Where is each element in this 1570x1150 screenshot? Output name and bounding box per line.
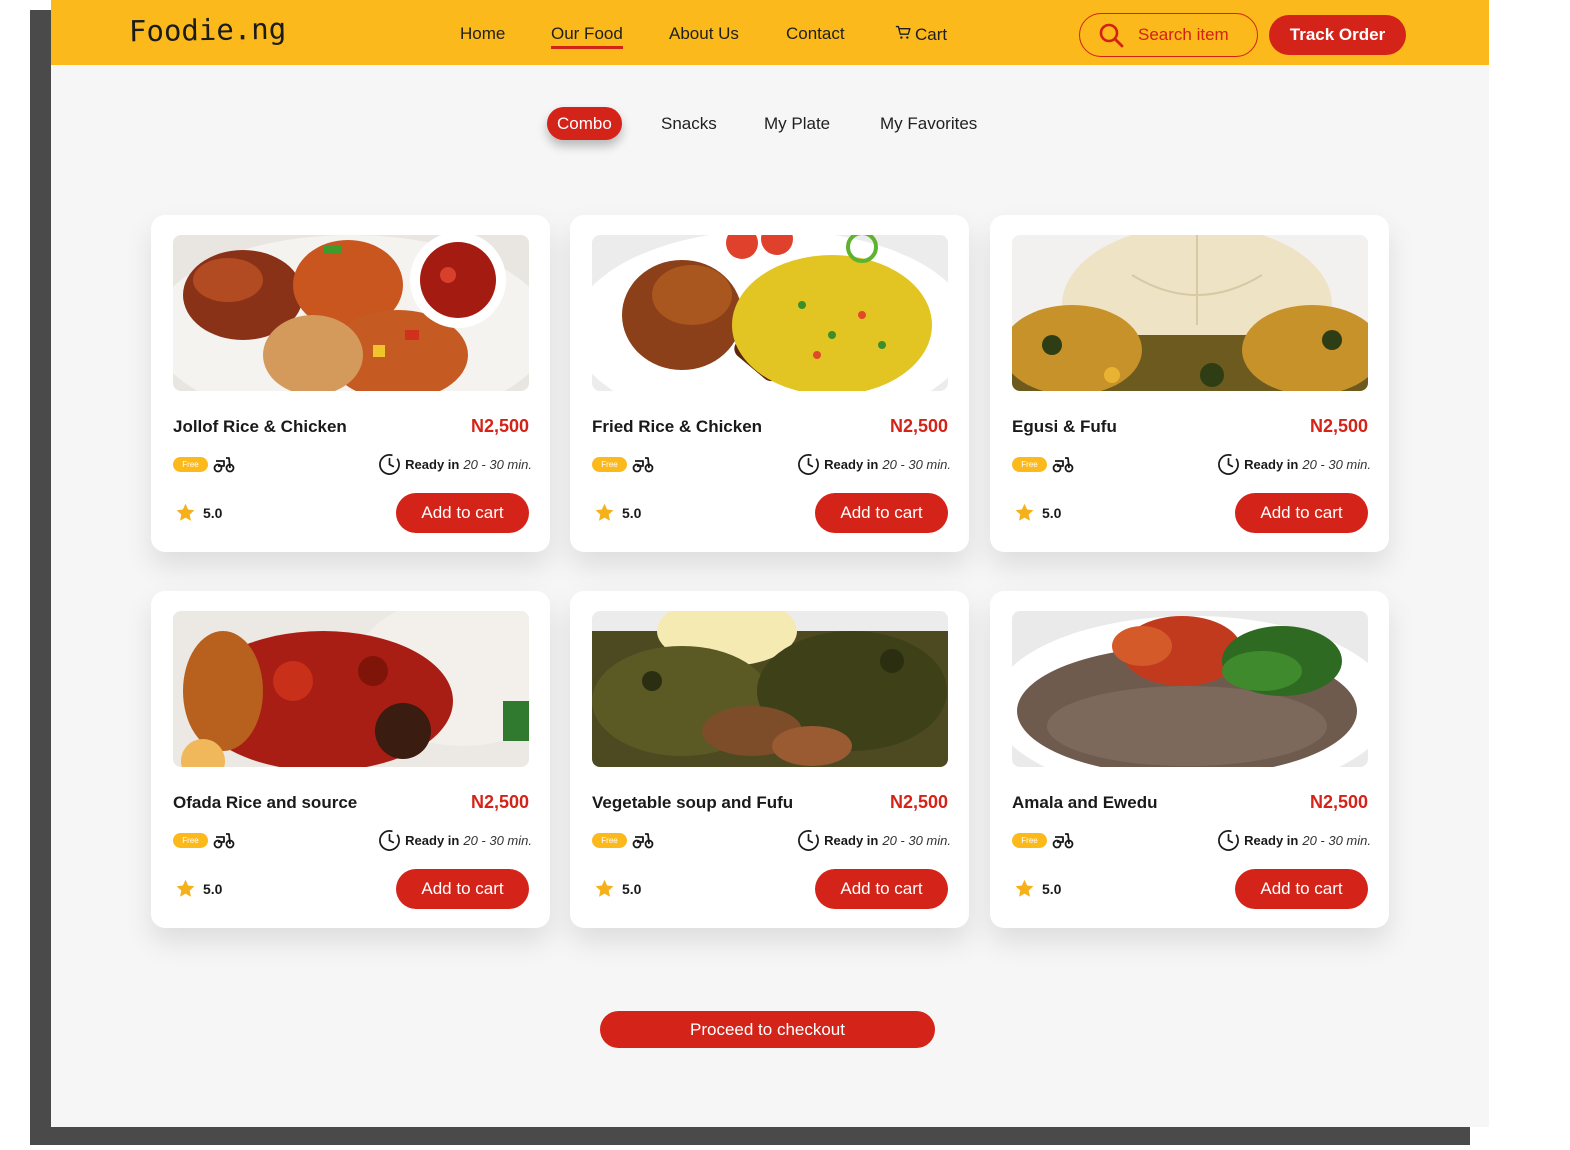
product-rating: 5.0 bbox=[1042, 881, 1062, 897]
nav-item-home[interactable]: Home bbox=[460, 24, 505, 44]
search-icon bbox=[1098, 22, 1124, 48]
product-price: N2,500 bbox=[470, 416, 529, 436]
tab-combo[interactable]: Combo bbox=[547, 107, 622, 140]
product-rating: 5.0 bbox=[203, 505, 223, 521]
product-name: Vegetable soup and Fufu bbox=[592, 793, 794, 812]
cart-icon bbox=[895, 24, 912, 46]
cart-label: Cart bbox=[915, 25, 948, 44]
clock-icon bbox=[1217, 453, 1240, 476]
add-to-cart-button[interactable]: Add to cart bbox=[1235, 493, 1368, 533]
add-to-cart-button[interactable]: Add to cart bbox=[396, 493, 529, 533]
product-price: N2,500 bbox=[470, 792, 529, 812]
nav-item-about-us[interactable]: About Us bbox=[669, 24, 739, 44]
tab-my-plate[interactable]: My Plate bbox=[764, 107, 830, 140]
clock-icon bbox=[378, 829, 401, 852]
add-to-cart-button[interactable]: Add to cart bbox=[1235, 869, 1368, 909]
ready-time-value: 20 - 30 min. bbox=[1302, 457, 1371, 472]
product-card[interactable]: Fried Rice & Chicken N2,500 Free Ready in 20… bbox=[570, 215, 969, 552]
clock-icon bbox=[1217, 829, 1240, 852]
product-price: N2,500 bbox=[1309, 416, 1368, 436]
tab-snacks[interactable]: Snacks bbox=[661, 107, 717, 140]
ready-time-value: 20 - 30 min. bbox=[463, 457, 532, 472]
product-card[interactable]: Jollof Rice & Chicken N2,500 Free Ready in 2… bbox=[151, 215, 550, 552]
clock-icon bbox=[797, 453, 820, 476]
free-delivery-badge: Free bbox=[592, 833, 627, 848]
product-rating: 5.0 bbox=[203, 881, 223, 897]
nav-item-contact[interactable]: Contact bbox=[786, 24, 845, 44]
ready-time: Ready in 20 - 30 min. bbox=[797, 453, 951, 476]
product-image[interactable] bbox=[173, 235, 529, 391]
free-delivery-badge: Free bbox=[1012, 457, 1047, 472]
delivery-scooter-icon bbox=[213, 455, 235, 473]
star-icon bbox=[1014, 502, 1035, 523]
product-name: Ofada Rice and source bbox=[173, 793, 358, 812]
product-image[interactable] bbox=[592, 611, 948, 767]
free-delivery-badge: Free bbox=[173, 833, 208, 848]
category-tabs: Combo Snacks My Plate My Favorites bbox=[51, 107, 1489, 141]
ready-time: Ready in 20 - 30 min. bbox=[1217, 829, 1371, 852]
product-name: Fried Rice & Chicken bbox=[592, 417, 763, 436]
clock-icon bbox=[797, 829, 820, 852]
track-order-button[interactable]: Track Order bbox=[1269, 15, 1406, 55]
product-price: N2,500 bbox=[889, 416, 948, 436]
product-card[interactable]: Ofada Rice and source N2,500 Free Ready in 2… bbox=[151, 591, 550, 928]
ready-time: Ready in 20 - 30 min. bbox=[378, 453, 532, 476]
delivery-scooter-icon bbox=[1052, 831, 1074, 849]
product-name: Jollof Rice & Chicken bbox=[173, 417, 347, 436]
free-delivery-badge: Free bbox=[592, 457, 627, 472]
add-to-cart-button[interactable]: Add to cart bbox=[815, 493, 948, 533]
product-price: N2,500 bbox=[1309, 792, 1368, 812]
nav-item-cart[interactable]: Cart bbox=[895, 24, 947, 46]
delivery-scooter-icon bbox=[632, 831, 654, 849]
search-placeholder: Search item bbox=[1138, 25, 1229, 44]
delivery-scooter-icon bbox=[632, 455, 654, 473]
page: Foodie.ng Home Our Food About Us Contact… bbox=[51, 0, 1489, 1127]
product-card[interactable]: Amala and Ewedu N2,500 Free Ready in 20 - 30… bbox=[990, 591, 1389, 928]
ready-label: Ready in bbox=[824, 833, 879, 848]
add-to-cart-button[interactable]: Add to cart bbox=[396, 869, 529, 909]
product-name: Egusi & Fufu bbox=[1012, 417, 1117, 436]
product-image[interactable] bbox=[1012, 235, 1368, 391]
product-rating: 5.0 bbox=[622, 505, 642, 521]
product-card[interactable]: Egusi & Fufu N2,500 Free Ready in 20 - 30 mi… bbox=[990, 215, 1389, 552]
product-image[interactable] bbox=[592, 235, 948, 391]
star-icon bbox=[175, 878, 196, 899]
free-delivery-badge: Free bbox=[173, 457, 208, 472]
ready-time-value: 20 - 30 min. bbox=[882, 457, 951, 472]
product-image[interactable] bbox=[173, 611, 529, 767]
ready-label: Ready in bbox=[1244, 457, 1299, 472]
ready-time-value: 20 - 30 min. bbox=[463, 833, 532, 848]
search-input[interactable]: Search item bbox=[1079, 13, 1258, 57]
delivery-scooter-icon bbox=[213, 831, 235, 849]
proceed-to-checkout-button[interactable]: Proceed to checkout bbox=[600, 1011, 935, 1048]
product-name: Amala and Ewedu bbox=[1012, 793, 1158, 812]
clock-icon bbox=[378, 453, 401, 476]
ready-time: Ready in 20 - 30 min. bbox=[378, 829, 532, 852]
add-to-cart-button[interactable]: Add to cart bbox=[815, 869, 948, 909]
star-icon bbox=[594, 502, 615, 523]
ready-label: Ready in bbox=[1244, 833, 1299, 848]
logo[interactable]: Foodie.ng bbox=[129, 12, 287, 49]
free-delivery-badge: Free bbox=[1012, 833, 1047, 848]
ready-label: Ready in bbox=[405, 457, 460, 472]
ready-time-value: 20 - 30 min. bbox=[1302, 833, 1371, 848]
product-image[interactable] bbox=[1012, 611, 1368, 767]
ready-time: Ready in 20 - 30 min. bbox=[797, 829, 951, 852]
star-icon bbox=[1014, 878, 1035, 899]
product-rating: 5.0 bbox=[1042, 505, 1062, 521]
delivery-scooter-icon bbox=[1052, 455, 1074, 473]
header: Foodie.ng Home Our Food About Us Contact… bbox=[51, 0, 1489, 65]
product-price: N2,500 bbox=[889, 792, 948, 812]
star-icon bbox=[594, 878, 615, 899]
ready-time: Ready in 20 - 30 min. bbox=[1217, 453, 1371, 476]
ready-label: Ready in bbox=[824, 457, 879, 472]
product-card[interactable]: Vegetable soup and Fufu N2,500 Free Ready i… bbox=[570, 591, 969, 928]
product-rating: 5.0 bbox=[622, 881, 642, 897]
ready-label: Ready in bbox=[405, 833, 460, 848]
nav-item-our-food[interactable]: Our Food bbox=[551, 24, 623, 49]
tab-my-favorites[interactable]: My Favorites bbox=[880, 107, 977, 140]
ready-time-value: 20 - 30 min. bbox=[882, 833, 951, 848]
star-icon bbox=[175, 502, 196, 523]
